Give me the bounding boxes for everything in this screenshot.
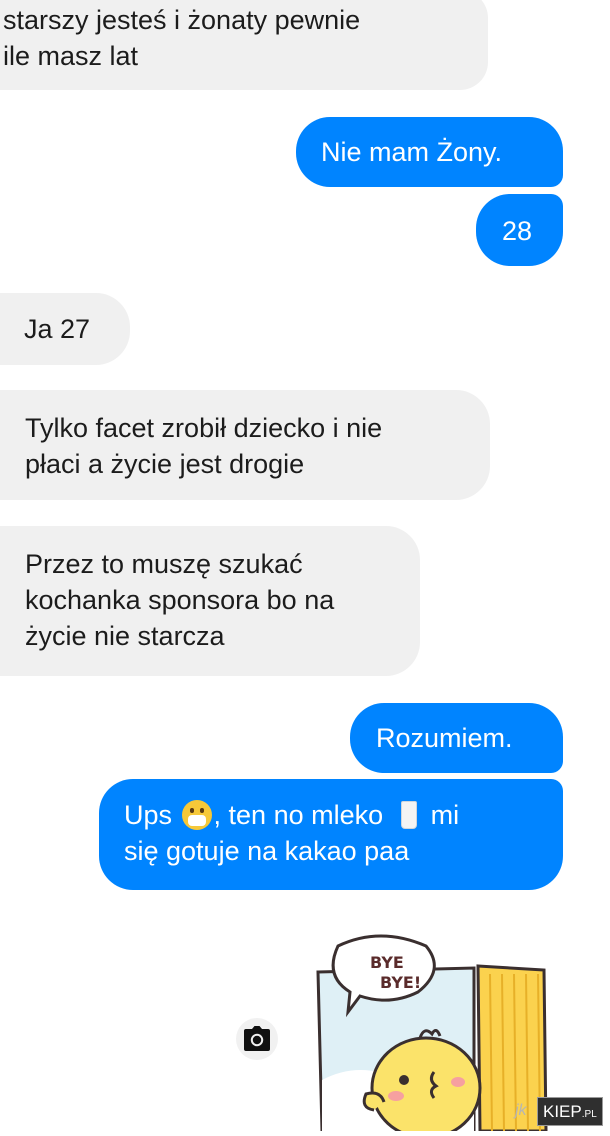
message-line: Nie mam Żony. bbox=[321, 137, 503, 167]
watermark-brand: KIEP bbox=[543, 1102, 582, 1121]
message-line: Ja 27 bbox=[24, 314, 91, 344]
message-line: Przez to muszę szukać bbox=[25, 549, 303, 579]
outgoing-message[interactable]: Nie mam Żony. bbox=[296, 117, 563, 187]
message-text: , ten no mleko bbox=[213, 800, 384, 830]
outgoing-message[interactable]: Ups , ten no mleko mi się gotuje na kaka… bbox=[99, 779, 563, 890]
incoming-message[interactable]: starszy jesteś i żonaty pewnie ile masz … bbox=[0, 0, 488, 90]
message-line: życie nie starcza bbox=[25, 621, 225, 651]
incoming-message[interactable]: Tylko facet zrobił dziecko i nie płaci a… bbox=[0, 390, 490, 500]
message-line: się gotuje na kakao paa bbox=[124, 836, 410, 866]
camera-button[interactable] bbox=[236, 1018, 278, 1060]
face-with-medical-mask-icon bbox=[181, 800, 212, 830]
incoming-message[interactable]: Przez to muszę szukać kochanka sponsora … bbox=[0, 526, 420, 676]
message-text: Ups bbox=[124, 800, 173, 830]
watermark-logo: KIEP.PL bbox=[537, 1097, 603, 1126]
message-line: starszy jesteś i żonaty pewnie bbox=[3, 5, 361, 35]
watermark-suffix: .PL bbox=[581, 1109, 597, 1120]
sticker-text: BYE! bbox=[380, 973, 421, 992]
message-line: płaci a życie jest drogie bbox=[25, 449, 305, 479]
outgoing-message[interactable]: 28 bbox=[476, 194, 563, 266]
glass-of-milk-icon bbox=[400, 801, 417, 829]
message-line: kochanka sponsora bo na bbox=[25, 585, 335, 615]
incoming-message[interactable]: Ja 27 bbox=[0, 293, 130, 365]
message-line: Rozumiem. bbox=[376, 723, 513, 753]
message-text: mi bbox=[430, 800, 460, 830]
message-line: Ups , ten no mleko mi bbox=[124, 797, 563, 833]
camera-icon bbox=[244, 1026, 270, 1051]
message-line: 28 bbox=[502, 216, 533, 246]
message-line: ile masz lat bbox=[3, 41, 139, 71]
sticker-text: BYE bbox=[370, 953, 404, 972]
outgoing-message[interactable]: Rozumiem. bbox=[350, 703, 563, 773]
message-line: Tylko facet zrobił dziecko i nie bbox=[25, 413, 383, 443]
watermark-faint-text: jk bbox=[515, 1102, 527, 1119]
